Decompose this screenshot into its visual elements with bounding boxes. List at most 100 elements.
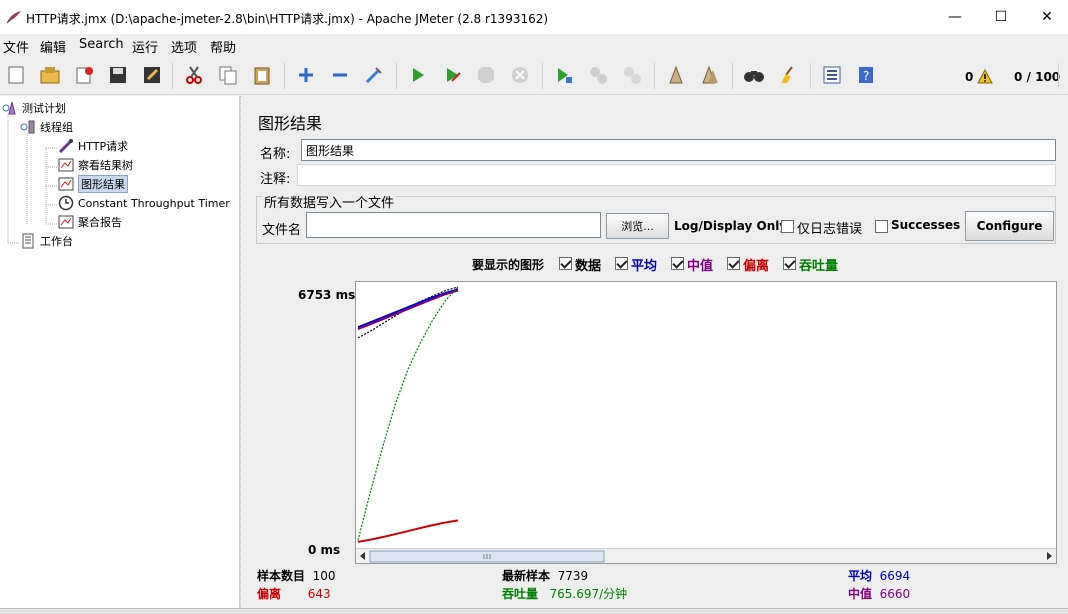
toolbar: ? 0 0 / 100: [0, 57, 1068, 95]
graphs-to-display-label: 要显示的图形: [472, 258, 545, 272]
maximize-button[interactable]: ☐: [978, 0, 1024, 34]
menu-options[interactable]: 选项: [171, 37, 197, 56]
close-icon: ✕: [1041, 9, 1053, 25]
error-count: 0: [965, 70, 974, 84]
successes-label: Successes: [891, 218, 961, 232]
stop-icon[interactable]: [472, 61, 500, 89]
y-max-label: 6753 ms: [298, 288, 356, 302]
paste-icon[interactable]: [248, 61, 276, 89]
data-checkbox[interactable]: [559, 257, 572, 270]
clear-all-icon[interactable]: [696, 61, 724, 89]
pane-splitter[interactable]: [240, 96, 248, 614]
tree-label: 聚合报告: [78, 216, 122, 229]
function-helper-icon[interactable]: [818, 61, 846, 89]
deviation-checkbox[interactable]: [727, 257, 740, 270]
configure-button[interactable]: Configure: [965, 211, 1054, 241]
filename-input[interactable]: [306, 212, 601, 238]
y-min-label: 0 ms: [308, 543, 341, 557]
tree-label: 线程组: [40, 121, 73, 134]
name-input[interactable]: [301, 139, 1056, 161]
start-icon[interactable]: [404, 61, 432, 89]
jmeter-feather-icon: [6, 11, 21, 24]
minimize-icon: —: [948, 9, 962, 25]
results-graph: [357, 286, 459, 543]
scroll-right-icon: [1047, 552, 1052, 560]
help-icon[interactable]: ?: [852, 61, 880, 89]
graph-series-line-2: [357, 289, 459, 331]
thread-group-icon: [20, 120, 35, 134]
listener-icon: [58, 177, 74, 191]
tree-node-test-plan[interactable]: 测试计划: [2, 99, 66, 117]
average-label: 平均: [631, 259, 658, 274]
status-strip: [0, 608, 1068, 614]
menu-edit[interactable]: 编辑: [40, 37, 66, 56]
start-no-pause-icon[interactable]: [438, 61, 466, 89]
successes-checkbox[interactable]: [875, 220, 888, 233]
median-stat: 中值 6660: [848, 587, 911, 601]
save-icon[interactable]: [104, 61, 132, 89]
reset-search-broom-icon[interactable]: [774, 61, 802, 89]
tree-node-thread-group[interactable]: 线程组: [20, 118, 73, 136]
new-icon[interactable]: [2, 61, 30, 89]
median-label: 中值: [687, 259, 714, 274]
samples-stat: 样本数目 100: [257, 569, 336, 583]
tree-label: 察看结果树: [78, 159, 133, 172]
graph-results-panel: 图形结果 名称: 注释: 所有数据写入一个文件 文件名 浏览... Log/Di…: [250, 96, 1068, 614]
write-to-file-title: 所有数据写入一个文件: [262, 192, 397, 211]
tree-label: Constant Throughput Timer: [78, 196, 230, 210]
clear-icon[interactable]: [662, 61, 690, 89]
tree-node-constant-throughput-timer[interactable]: Constant Throughput Timer: [58, 194, 230, 212]
remote-shutdown-icon[interactable]: [618, 61, 646, 89]
name-label: 名称:: [260, 147, 291, 162]
collapse-icon[interactable]: [326, 61, 354, 89]
timer-clock-icon: [58, 195, 74, 211]
data-label: 数据: [575, 259, 602, 274]
tree-node-workbench[interactable]: 工作台: [20, 232, 73, 250]
average-checkbox[interactable]: [615, 257, 628, 270]
toggle-icon[interactable]: [360, 61, 388, 89]
panel-title: 图形结果: [258, 114, 323, 133]
graph-series-line-3: [357, 519, 459, 543]
warning-icon[interactable]: [977, 69, 993, 84]
menu-help[interactable]: 帮助: [210, 37, 236, 56]
menu-search[interactable]: Search: [79, 37, 124, 52]
close-window-button[interactable]: ✕: [1024, 0, 1068, 34]
remote-start-icon[interactable]: [550, 61, 578, 89]
shutdown-icon[interactable]: [506, 61, 534, 89]
close-file-icon[interactable]: [70, 61, 98, 89]
cut-icon[interactable]: [180, 61, 208, 89]
tree-node-http-request[interactable]: HTTP请求: [58, 137, 128, 155]
open-icon[interactable]: [36, 61, 64, 89]
tree-node-view-results-tree[interactable]: 察看结果树: [58, 156, 133, 174]
search-binoculars-icon[interactable]: [740, 61, 768, 89]
graph-horizontal-scrollbar[interactable]: [356, 548, 1056, 563]
tree-node-aggregate-report[interactable]: 聚合报告: [58, 213, 122, 231]
menu-run[interactable]: 运行: [132, 37, 158, 56]
throughput-label: 吞吐量: [799, 259, 839, 274]
sampler-pipette-icon: [58, 139, 73, 154]
minimize-button[interactable]: —: [932, 0, 978, 34]
graph-series-line-4: [357, 286, 459, 541]
window-title: HTTP请求.jmx (D:\apache-jmeter-2.8\bin\HTT…: [26, 12, 549, 26]
tree-node-graph-results[interactable]: 图形结果: [58, 175, 128, 193]
browse-button[interactable]: 浏览...: [606, 213, 669, 239]
save-as-icon[interactable]: [138, 61, 166, 89]
graph-canvas: [355, 281, 1057, 564]
throughput-checkbox[interactable]: [783, 257, 796, 270]
average-stat: 平均 6694: [848, 569, 911, 583]
tree-label: 工作台: [40, 235, 73, 248]
copy-icon[interactable]: [214, 61, 242, 89]
remote-stop-icon[interactable]: [584, 61, 612, 89]
comment-label: 注释:: [260, 172, 291, 187]
tree-label: 图形结果: [78, 175, 128, 193]
expand-icon[interactable]: [292, 61, 320, 89]
menu-bar: 文件 编辑 Search 运行 选项 帮助: [0, 34, 1068, 56]
menu-file[interactable]: 文件: [3, 37, 29, 56]
workbench-icon: [22, 233, 34, 249]
window-titlebar: HTTP请求.jmx (D:\apache-jmeter-2.8\bin\HTT…: [0, 0, 1068, 34]
comment-input[interactable]: [297, 164, 1056, 186]
listener-icon: [58, 215, 74, 229]
median-checkbox[interactable]: [671, 257, 684, 270]
errors-only-checkbox[interactable]: [781, 220, 794, 233]
log-display-only-label: Log/Display Only:: [674, 219, 792, 233]
